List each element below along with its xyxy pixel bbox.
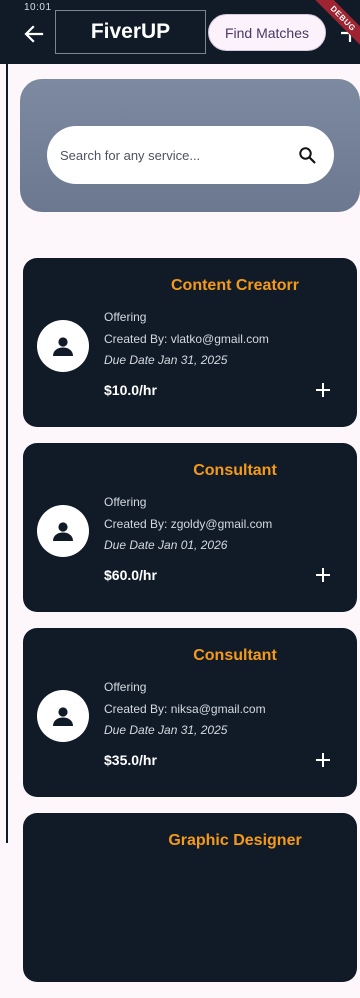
search-icon[interactable] xyxy=(296,144,318,166)
service-creator: Created By: niksa@gmail.com xyxy=(104,702,266,716)
search-input[interactable] xyxy=(58,146,296,164)
service-card[interactable]: Content Creatorr Offering Created By: vl… xyxy=(23,258,357,427)
service-title: Graphic Designer xyxy=(168,832,302,849)
person-icon xyxy=(53,522,73,541)
find-matches-button[interactable]: Find Matches xyxy=(208,14,326,51)
person-icon xyxy=(53,707,73,726)
search-panel xyxy=(20,79,360,212)
service-card[interactable]: Consultant Offering Created By: niksa@gm… xyxy=(23,628,357,797)
plus-icon xyxy=(316,753,330,767)
status-bar-time: 10:01 xyxy=(24,2,52,13)
plus-icon xyxy=(316,383,330,397)
add-service-button[interactable] xyxy=(312,749,334,771)
service-due-date: Due Date Jan 01, 2026 xyxy=(104,538,228,552)
service-title: Consultant xyxy=(193,647,277,664)
service-price: $35.0/hr xyxy=(104,752,157,768)
search-bar[interactable] xyxy=(47,126,334,184)
plus-icon xyxy=(316,568,330,582)
arrow-left-icon xyxy=(24,25,44,43)
avatar xyxy=(37,320,89,372)
service-creator: Created By: vlatko@gmail.com xyxy=(104,332,269,346)
service-due-date: Due Date Jan 31, 2025 xyxy=(104,353,228,367)
service-type: Offering xyxy=(104,495,147,509)
service-price: $10.0/hr xyxy=(104,382,157,398)
service-title: Consultant xyxy=(193,462,277,479)
left-divider xyxy=(6,36,8,843)
avatar xyxy=(37,690,89,742)
service-card[interactable]: Consultant Offering Created By: zgoldy@g… xyxy=(23,443,357,612)
back-button[interactable] xyxy=(18,18,50,50)
service-due-date: Due Date Jan 31, 2025 xyxy=(104,723,228,737)
service-type: Offering xyxy=(104,310,147,324)
add-service-button[interactable] xyxy=(312,379,334,401)
service-title: Content Creatorr xyxy=(170,277,299,294)
service-type: Offering xyxy=(104,680,147,694)
service-creator: Created By: zgoldy@gmail.com xyxy=(104,517,273,531)
add-service-button[interactable] xyxy=(312,564,334,586)
service-price: $60.0/hr xyxy=(104,567,157,583)
app-bar: 10:01 FiverUP Find Matches DEBUG xyxy=(0,0,360,64)
service-list: Content Creatorr Offering Created By: vl… xyxy=(23,258,357,998)
app-title: FiverUP xyxy=(55,10,206,54)
service-card[interactable]: Graphic Designer xyxy=(23,813,357,982)
person-icon xyxy=(53,337,73,356)
avatar xyxy=(37,505,89,557)
